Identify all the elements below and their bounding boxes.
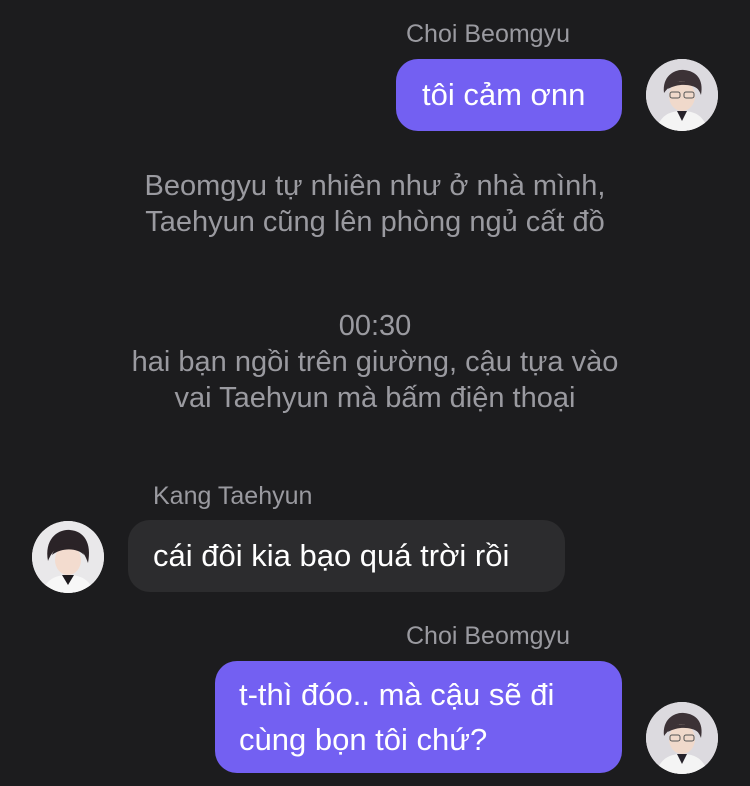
avatar-beomgyu[interactable] (646, 702, 718, 774)
message-bubble-incoming[interactable]: cái đôi kia bạo quá trời rồi (128, 520, 565, 592)
message-bubble-outgoing[interactable]: tôi cảm ơnn (396, 59, 622, 131)
narration-line: hai bạn ngồi trên giường, cậu tựa vào (131, 346, 619, 378)
narration-text: 00:30 hai bạn ngồi trên giường, cậu tựa … (0, 308, 750, 416)
sender-name: Kang Taehyun (153, 482, 313, 510)
narration-text: Beomgyu tự nhiên như ở nhà mình, Taehyun… (0, 168, 750, 240)
message-text: cái đôi kia bạo quá trời rồi (153, 538, 510, 573)
narration-line: vai Taehyun mà bấm điện thoại (174, 382, 576, 414)
person-icon (646, 59, 718, 131)
avatar-taehyun[interactable] (32, 521, 104, 593)
avatar-beomgyu[interactable] (646, 59, 718, 131)
sender-name: Choi Beomgyu (406, 622, 570, 650)
message-text: t-thì đóo.. mà cậu sẽ đi (239, 677, 555, 712)
narration-line: Beomgyu tự nhiên như ở nhà mình, (144, 170, 606, 202)
person-icon (32, 521, 104, 593)
narration-line: Taehyun cũng lên phòng ngủ cất đồ (145, 206, 605, 238)
sender-name: Choi Beomgyu (406, 20, 570, 48)
message-text: cùng bọn tôi chứ? (239, 722, 488, 757)
message-bubble-outgoing[interactable]: t-thì đóo.. mà cậu sẽ đi cùng bọn tôi ch… (215, 661, 622, 773)
narration-time: 00:30 (338, 310, 412, 342)
person-icon (646, 702, 718, 774)
message-text: tôi cảm ơnn (422, 77, 586, 112)
